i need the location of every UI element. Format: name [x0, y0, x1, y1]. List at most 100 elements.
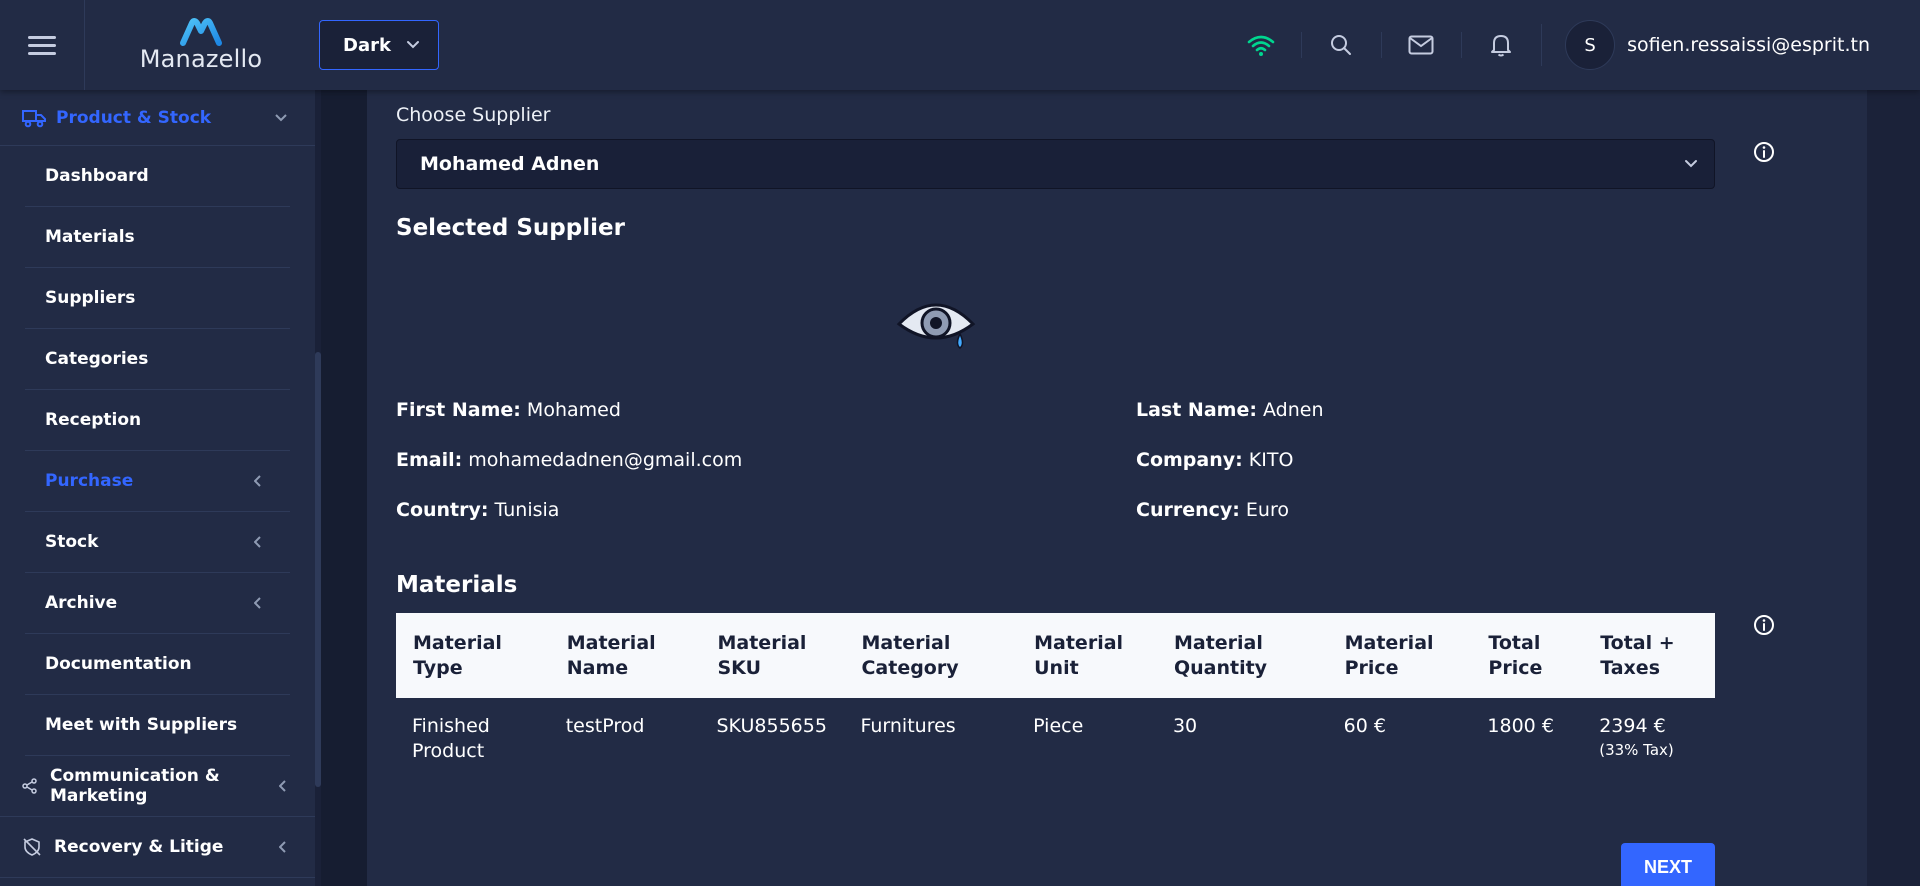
email-label: Email: [396, 449, 463, 471]
materials-table: Material Type Material Name Material SKU… [396, 613, 1715, 780]
sidebar-item-stock[interactable]: Stock [25, 512, 290, 573]
sidebar-item-label: Archive [45, 593, 118, 613]
crying-eye-icon [896, 303, 976, 349]
sidebar-item-label: Stock [45, 532, 99, 552]
chevron-down-icon [275, 113, 287, 121]
table-row[interactable]: Finished Product testProd SKU855655 Furn… [397, 697, 1714, 780]
sidebar-item-recovery-litige[interactable]: Recovery & Litige [0, 817, 315, 878]
sidebar-item-communication-marketing[interactable]: Communication & Marketing [0, 756, 315, 817]
column-header[interactable]: Total Price [1471, 613, 1586, 698]
column-header[interactable]: Material Unit [1017, 613, 1159, 698]
sidebar-item-purchase[interactable]: Purchase [25, 451, 290, 512]
sidebar-item-dashboard[interactable]: Dashboard [25, 146, 290, 207]
last-name-row: Last Name: Adnen [1136, 399, 1324, 421]
top-header: Manazello Dark S sofien.ressaissi@esprit… [0, 0, 1920, 90]
table-cell: testProd [565, 715, 645, 737]
sidebar-item-suppliers[interactable]: Suppliers [25, 268, 290, 329]
materials-title: Materials [396, 572, 518, 598]
email-value: mohamedadnen@gmail.com [468, 449, 743, 471]
sidebar-item-meet-with-suppliers[interactable]: Meet with Suppliers [25, 695, 290, 756]
menu-toggle-button[interactable] [0, 0, 85, 90]
user-menu[interactable]: S sofien.ressaissi@esprit.tn [1541, 0, 1870, 90]
last-name-label: Last Name: [1136, 399, 1257, 421]
sidebar-item-reception[interactable]: Reception [25, 390, 290, 451]
sidebar-item-label: Product & Stock [56, 107, 212, 128]
column-header[interactable]: Material Type [396, 613, 552, 698]
currency-label: Currency: [1136, 499, 1240, 521]
total-taxes-value: 2394 € [1599, 715, 1666, 737]
avatar: S [1565, 20, 1616, 70]
chevron-left-icon [279, 780, 286, 792]
country-label: Country: [396, 499, 489, 521]
sidebar-item-product-stock[interactable]: Product & Stock [0, 90, 315, 146]
choose-supplier-label: Choose Supplier [396, 104, 551, 126]
table-cell: Piece [1033, 715, 1084, 737]
company-value: KITO [1248, 449, 1294, 471]
notifications-button[interactable] [1461, 0, 1541, 90]
sidebar-item-label: Communication & Marketing [50, 766, 220, 806]
share-icon [22, 778, 37, 794]
chevron-left-icon [254, 597, 261, 609]
table-header-row: Material Type Material Name Material SKU… [396, 613, 1715, 698]
table-cell-total-taxes: 2394 € (33% Tax) [1584, 697, 1714, 780]
theme-select-value: Dark [343, 34, 391, 56]
next-button[interactable]: NEXT [1621, 843, 1715, 886]
sidebar: Product & Stock Dashboard Materials Supp… [0, 90, 315, 886]
sidebar-item-label: Suppliers [45, 288, 136, 308]
sidebar-item-documentation[interactable]: Documentation [25, 634, 290, 695]
chevron-left-icon [254, 536, 261, 548]
supplier-select[interactable]: Mohamed Adnen [396, 139, 1715, 189]
scrollbar-thumb[interactable] [315, 352, 321, 787]
last-name-value: Adnen [1263, 399, 1324, 421]
country-row: Country: Tunisia [396, 499, 559, 521]
first-name-label: First Name: [396, 399, 521, 421]
sidebar-item-label: Categories [45, 349, 149, 369]
sidebar-item-categories[interactable]: Categories [25, 329, 290, 390]
column-header[interactable]: Material Name [549, 613, 703, 698]
truck-icon [22, 109, 46, 127]
sidebar-item-label: Dashboard [45, 166, 149, 186]
currency-row: Currency: Euro [1136, 499, 1289, 521]
first-name-row: First Name: Mohamed [396, 399, 621, 421]
table-cell: Finished Product [412, 715, 490, 762]
sidebar-item-label: Documentation [45, 654, 192, 674]
sidebar-item-label: Recovery & Litige [54, 837, 224, 857]
mail-icon [1408, 35, 1434, 55]
page-gutter [1867, 90, 1920, 886]
column-header[interactable]: Material Category [844, 613, 1020, 698]
chevron-left-icon [254, 475, 261, 487]
wifi-icon [1247, 35, 1275, 56]
search-button[interactable] [1301, 0, 1381, 90]
table-cell: 30 [1172, 715, 1198, 737]
column-header[interactable]: Material Quantity [1156, 613, 1330, 698]
theme-select[interactable]: Dark [319, 20, 439, 70]
table-cell: 60 € [1343, 715, 1386, 737]
logo[interactable]: Manazello [85, 0, 317, 90]
hamburger-icon [28, 33, 56, 57]
sidebar-item-label: Materials [45, 227, 135, 247]
chevron-down-icon [407, 41, 419, 49]
user-email: sofien.ressaissi@esprit.tn [1627, 34, 1870, 56]
info-icon[interactable] [1753, 141, 1775, 163]
chevron-down-icon [1685, 160, 1697, 168]
column-header[interactable]: Material Price [1327, 613, 1474, 698]
shield-off-icon [23, 838, 41, 856]
sidebar-scrollbar[interactable] [315, 90, 321, 886]
email-row: Email: mohamedadnen@gmail.com [396, 449, 742, 471]
logo-icon [180, 18, 222, 46]
sidebar-item-materials[interactable]: Materials [25, 207, 290, 268]
connection-status[interactable] [1221, 0, 1301, 90]
tax-note: (33% Tax) [1599, 741, 1674, 759]
info-icon[interactable] [1753, 614, 1775, 636]
bell-icon [1491, 35, 1512, 57]
column-header[interactable]: Material SKU [700, 613, 847, 698]
first-name-value: Mohamed [526, 399, 621, 421]
table-cell: Furnitures [860, 715, 956, 737]
column-header[interactable]: Total + Taxes [1583, 613, 1715, 698]
currency-value: Euro [1245, 499, 1289, 521]
sidebar-item-archive[interactable]: Archive [25, 573, 290, 634]
messages-button[interactable] [1381, 0, 1461, 90]
company-row: Company: KITO [1136, 449, 1293, 471]
sidebar-item-label: Purchase [45, 471, 134, 491]
table-cell: SKU855655 [716, 715, 827, 737]
